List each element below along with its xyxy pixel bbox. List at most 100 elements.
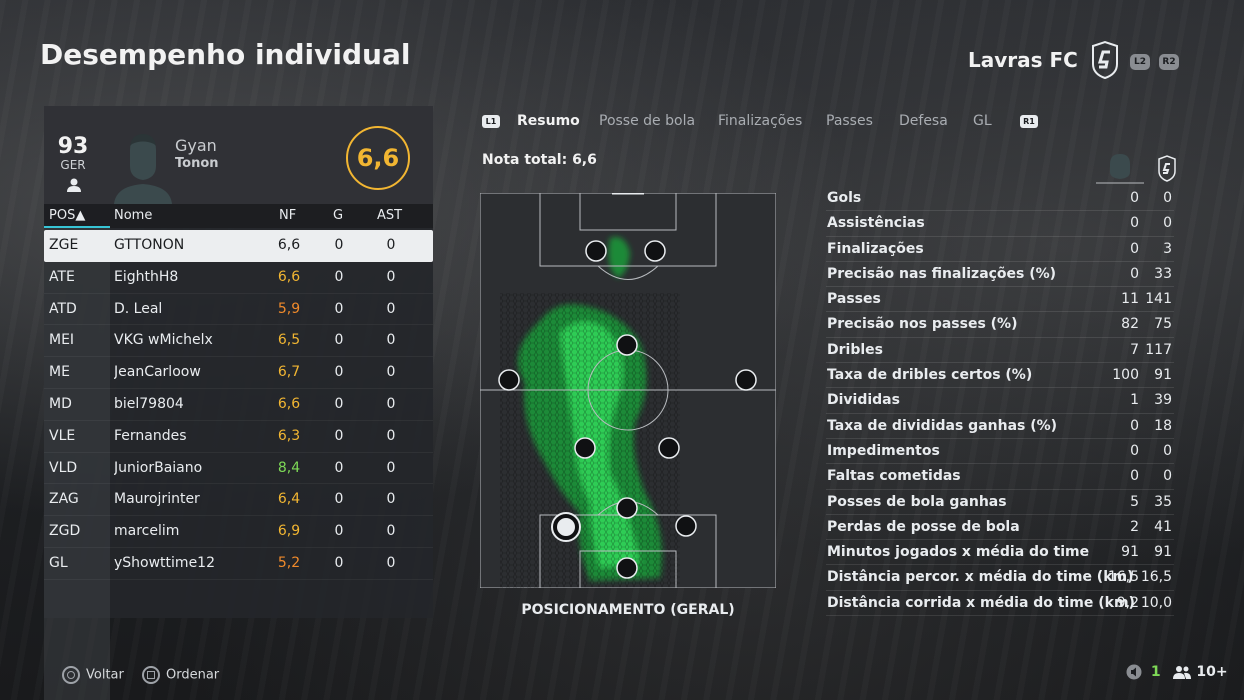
player-match-rating: 6,6 <box>277 395 301 412</box>
stat-label: Taxa de dribles certos (%) <box>827 367 1033 384</box>
sort-button[interactable]: Ordenar <box>142 666 219 684</box>
stat-team-value: 91 <box>1154 367 1172 384</box>
stat-row: Faltas cometidas 0 0 <box>826 464 1174 490</box>
player-assists: 0 <box>386 300 396 317</box>
back-button[interactable]: Voltar <box>62 666 124 684</box>
tab-posse-de-bola[interactable]: Posse de bola <box>599 113 695 129</box>
overall-value: 93 <box>57 134 89 159</box>
overall-rating: 93 GER <box>56 134 90 173</box>
total-rating: Nota total: 6,6 <box>482 152 597 168</box>
prev-tab-button[interactable]: L1 <box>482 115 500 128</box>
stat-team-value: 16,5 <box>1140 569 1172 586</box>
stats-table: Gols 0 0 Assistências 0 0 Finalizações 0 3 Precis… <box>826 186 1174 617</box>
player-match-rating: 5,2 <box>277 554 301 571</box>
player-position: GL <box>49 554 68 571</box>
table-row[interactable]: MD biel79804 6,6 0 0 <box>44 389 433 421</box>
users-icon <box>1172 666 1191 679</box>
player-match-rating: 6,4 <box>277 491 301 508</box>
player-position: ZGE <box>49 237 79 253</box>
player-name: VKG wMichelx <box>114 332 213 349</box>
player-goals: 0 <box>334 268 344 285</box>
stat-label: Assistências <box>827 215 925 232</box>
table-row[interactable]: VLE Fernandes 6,3 0 0 <box>44 421 433 453</box>
tab-resumo[interactable]: Resumo <box>517 113 580 129</box>
table-row[interactable]: ZGD marcelim 6,9 0 0 <box>44 516 433 548</box>
stat-row: Distância percor. x média do time (km) 16… <box>826 565 1174 591</box>
header-g[interactable]: G <box>333 208 343 223</box>
stat-label: Posses de bola ganhas <box>827 493 1007 510</box>
stat-row: Posses de bola ganhas 5 35 <box>826 490 1174 515</box>
table-row[interactable]: ATE EighthH8 6,6 0 0 <box>44 262 433 294</box>
stat-label: Perdas de posse de bola <box>827 518 1020 535</box>
stat-team-value: 18 <box>1154 417 1172 434</box>
table-row[interactable]: MEI VKG wMichelx 6,5 0 0 <box>44 325 433 358</box>
table-row[interactable]: VLD JuniorBaiano 8,4 0 0 <box>44 453 433 485</box>
player-position: ME <box>49 364 70 381</box>
player-match-rating: 6,6 <box>277 268 301 285</box>
player-position: ZGD <box>49 523 81 540</box>
player-assists: 0 <box>386 491 396 508</box>
player-assists: 0 <box>386 523 396 540</box>
stat-player-value: 1 <box>1130 392 1139 409</box>
tab-defesa[interactable]: Defesa <box>899 113 948 129</box>
stat-player-value: 5 <box>1130 493 1139 510</box>
player-list-panel: 93 GER Gyan Tonon 6,6 POS▲ Nome NF G AST… <box>44 106 433 700</box>
player-name: biel79804 <box>114 395 184 412</box>
stat-label: Distância percor. x média do time (km) <box>827 569 1134 586</box>
header-pos[interactable]: POS▲ <box>49 208 85 223</box>
stat-player-value: 0 <box>1130 240 1139 257</box>
header-nf[interactable]: NF <box>279 208 296 223</box>
square-button-icon <box>142 666 160 684</box>
player-position: MD <box>49 395 72 412</box>
back-label: Voltar <box>86 667 124 683</box>
tab-finalizacoes[interactable]: Finalizações <box>718 113 802 129</box>
stat-row: Distância corrida x média do time (km) 9,… <box>826 591 1174 617</box>
stat-player-value: 100 <box>1112 367 1139 384</box>
player-position: VLD <box>49 459 78 476</box>
stat-player-value: 91 <box>1121 544 1139 561</box>
team-name: Lavras FC <box>968 48 1078 72</box>
player-position: ATE <box>49 268 75 285</box>
player-name: D. Leal <box>114 300 163 317</box>
next-team-button[interactable]: R2 <box>1159 54 1179 70</box>
player-last-name: Tonon <box>175 156 219 171</box>
circle-button-icon <box>62 666 80 684</box>
table-row[interactable]: ZAG Maurojrinter 6,4 0 0 <box>44 484 433 517</box>
sort-indicator <box>44 226 110 228</box>
tab-passes[interactable]: Passes <box>826 113 873 129</box>
stat-team-value: 117 <box>1145 341 1172 358</box>
stat-team-value: 0 <box>1163 190 1172 206</box>
player-assists: 0 <box>386 459 396 476</box>
player-position: ATD <box>49 300 77 317</box>
stat-team-value: 35 <box>1154 493 1172 510</box>
stat-team-value: 91 <box>1154 544 1172 561</box>
stat-player-value: 82 <box>1121 316 1139 333</box>
player-position: VLE <box>49 427 76 444</box>
player-goals: 0 <box>334 300 344 317</box>
stat-row: Finalizações 0 3 <box>826 237 1174 262</box>
header-name[interactable]: Nome <box>114 208 152 223</box>
player-assists: 0 <box>386 427 396 444</box>
table-header: POS▲ Nome NF G AST <box>44 204 433 228</box>
player-goals: 0 <box>334 427 344 444</box>
stats-column-icons <box>1096 154 1176 184</box>
stat-team-value: 33 <box>1154 265 1172 282</box>
next-tab-button[interactable]: R1 <box>1020 115 1038 128</box>
header-ast[interactable]: AST <box>377 208 402 223</box>
table-row[interactable]: ZGE GTTONON 6,6 0 0 <box>44 230 433 262</box>
stat-label: Minutos jogados x média do time <box>827 544 1090 561</box>
team-crest-icon <box>1092 40 1118 80</box>
player-goals: 0 <box>334 554 344 571</box>
stat-player-value: 0 <box>1130 468 1139 485</box>
table-row[interactable]: ATD D. Leal 5,9 0 0 <box>44 294 433 326</box>
tab-gl[interactable]: GL <box>973 113 992 129</box>
stat-row: Passes 11 141 <box>826 287 1174 313</box>
stat-player-value: 0 <box>1130 265 1139 282</box>
player-assists: 0 <box>386 268 396 285</box>
prev-team-button[interactable]: L2 <box>1130 54 1150 70</box>
stat-team-value: 0 <box>1163 468 1172 485</box>
table-row[interactable]: GL yShowttime12 5,2 0 0 <box>44 548 433 580</box>
table-row[interactable]: ME JeanCarloow 6,7 0 0 <box>44 357 433 389</box>
stat-row: Perdas de posse de bola 2 41 <box>826 515 1174 541</box>
stat-row: Impedimentos 0 0 <box>826 439 1174 465</box>
